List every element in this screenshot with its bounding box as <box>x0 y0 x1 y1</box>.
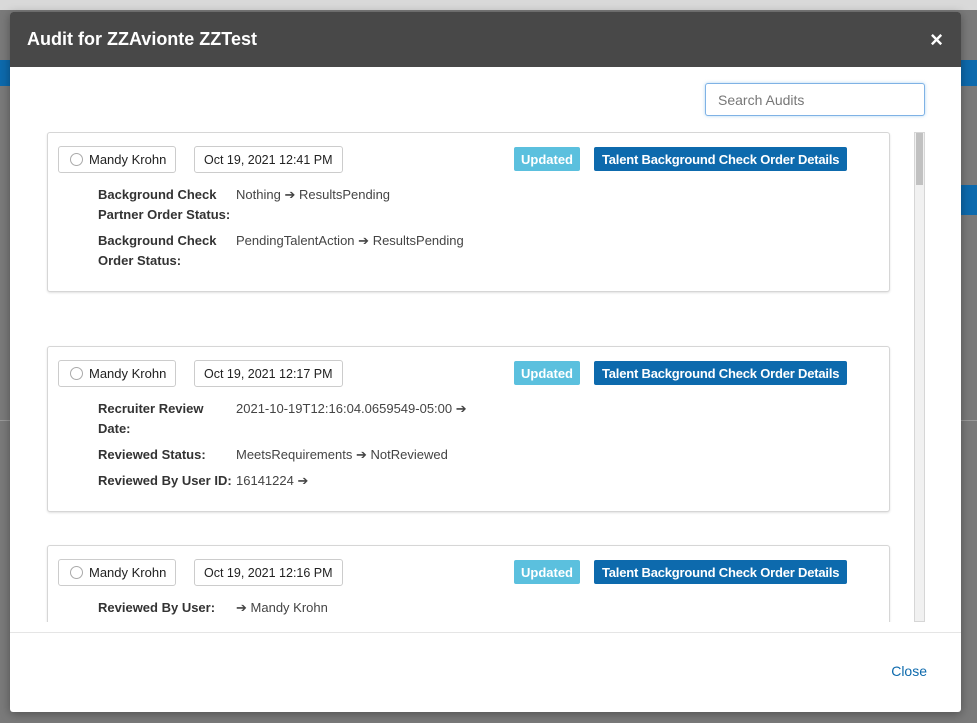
background-divider <box>961 420 977 421</box>
entity-badge: Talent Background Check Order Details <box>594 147 848 171</box>
radio-icon[interactable] <box>70 367 83 380</box>
arrow-right-icon: ➔ <box>358 233 370 248</box>
change-value: Nothing ➔ ResultsPending <box>236 185 390 225</box>
arrow-right-icon: ➔ <box>284 187 296 202</box>
entity-badge: Talent Background Check Order Details <box>594 361 848 385</box>
change-field-label: Recruiter Review Date: <box>98 401 204 436</box>
change-value: PendingTalentAction ➔ ResultsPending <box>236 231 464 271</box>
audit-user-name: Mandy Krohn <box>89 565 167 580</box>
modal-header: Audit for ZZAvionte ZZTest × <box>10 12 961 67</box>
audit-entry: Mandy Krohn Oct 19, 2021 12:17 PM Update… <box>47 346 890 512</box>
change-row: Background Check Partner Order Status: N… <box>98 185 889 225</box>
change-list: Recruiter Review Date: 2021-10-19T12:16:… <box>48 391 889 511</box>
audit-list-scrollbar[interactable] <box>914 132 925 622</box>
action-badge: Updated <box>514 361 580 385</box>
audit-user-chip[interactable]: Mandy Krohn <box>58 360 177 387</box>
change-field-label: Reviewed By User ID: <box>98 473 232 488</box>
radio-icon[interactable] <box>70 153 83 166</box>
action-badge: Updated <box>514 147 580 171</box>
change-row: Reviewed By User ID: 16141224 ➔ <box>98 471 889 491</box>
modal-title: Audit for ZZAvionte ZZTest <box>27 29 257 49</box>
change-field-label: Reviewed By User: <box>98 600 216 615</box>
arrow-right-icon: ➔ <box>455 401 467 416</box>
audit-modal: Audit for ZZAvionte ZZTest × Mandy Krohn… <box>10 12 961 712</box>
change-new-value: ResultsPending <box>372 233 464 248</box>
change-old-value: 16141224 <box>236 473 294 488</box>
change-new-value: Mandy Krohn <box>250 600 328 615</box>
change-field-label: Reviewed Status: <box>98 447 206 462</box>
change-old-value: PendingTalentAction <box>236 233 355 248</box>
modal-footer: Close <box>10 632 961 712</box>
scrollbar-thumb[interactable] <box>916 133 923 185</box>
change-old-value: 2021-10-19T12:16:04.0659549-05:00 <box>236 401 453 416</box>
change-row: Reviewed Status: MeetsRequirements ➔ Not… <box>98 445 889 465</box>
audit-entry: Mandy Krohn Oct 19, 2021 12:41 PM Update… <box>47 132 890 292</box>
audit-list[interactable]: Mandy Krohn Oct 19, 2021 12:41 PM Update… <box>10 132 961 622</box>
change-value: 2021-10-19T12:16:04.0659549-05:00 ➔ <box>236 399 467 439</box>
change-list: Background Check Partner Order Status: N… <box>48 177 889 291</box>
search-input[interactable] <box>705 83 925 116</box>
audit-user-name: Mandy Krohn <box>89 152 167 167</box>
arrow-right-icon: ➔ <box>355 447 367 462</box>
audit-entry: Mandy Krohn Oct 19, 2021 12:16 PM Update… <box>47 545 890 622</box>
change-list: Reviewed By User: ➔ Mandy Krohn <box>48 590 889 622</box>
change-value: ➔ Mandy Krohn <box>236 598 328 618</box>
change-row: Reviewed By User: ➔ Mandy Krohn <box>98 598 889 618</box>
audit-entry-header: Mandy Krohn Oct 19, 2021 12:16 PM Update… <box>48 546 889 590</box>
action-badge: Updated <box>514 560 580 584</box>
change-new-value: ResultsPending <box>298 187 391 202</box>
audit-user-name: Mandy Krohn <box>89 366 167 381</box>
change-field-label: Background Check Order Status: <box>98 233 217 268</box>
change-value: 16141224 ➔ <box>236 471 308 491</box>
change-value: MeetsRequirements ➔ NotReviewed <box>236 445 448 465</box>
change-new-value: NotReviewed <box>370 447 448 462</box>
search-wrapper <box>705 83 925 116</box>
audit-entry-header: Mandy Krohn Oct 19, 2021 12:17 PM Update… <box>48 347 889 391</box>
audit-user-chip[interactable]: Mandy Krohn <box>58 146 177 173</box>
change-row: Background Check Order Status: PendingTa… <box>98 231 889 271</box>
background-divider <box>0 420 10 421</box>
change-old-value: Nothing <box>236 187 281 202</box>
audit-date: Oct 19, 2021 12:16 PM <box>194 559 343 586</box>
arrow-right-icon: ➔ <box>297 473 309 488</box>
background-app-toolbar <box>0 0 977 10</box>
audit-date: Oct 19, 2021 12:41 PM <box>194 146 343 173</box>
audit-entry-header: Mandy Krohn Oct 19, 2021 12:41 PM Update… <box>48 133 889 177</box>
change-old-value: MeetsRequirements <box>236 447 353 462</box>
change-field-label: Background Check Partner Order Status: <box>98 187 231 222</box>
audit-date: Oct 19, 2021 12:17 PM <box>194 360 343 387</box>
arrow-right-icon: ➔ <box>236 600 247 615</box>
close-button[interactable]: Close <box>891 663 927 679</box>
radio-icon[interactable] <box>70 566 83 579</box>
entity-badge: Talent Background Check Order Details <box>594 560 848 584</box>
audit-user-chip[interactable]: Mandy Krohn <box>58 559 177 586</box>
close-icon[interactable]: × <box>930 28 943 51</box>
change-row: Recruiter Review Date: 2021-10-19T12:16:… <box>98 399 889 439</box>
